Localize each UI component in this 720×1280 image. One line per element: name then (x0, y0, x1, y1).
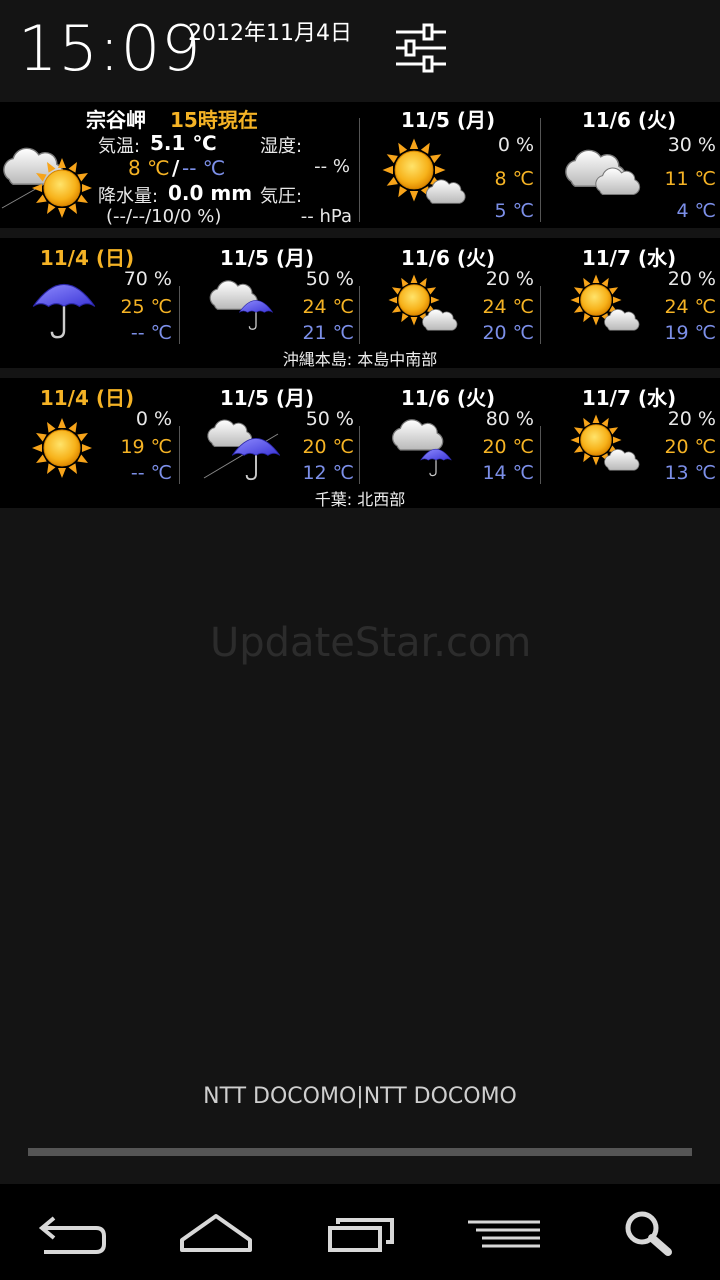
precip-label: 降水量: (98, 186, 159, 207)
forecast-low: -- ℃ (130, 322, 172, 344)
region-caption: 千葉: 北西部 (314, 490, 406, 509)
forecast-day-label: 11/6 (火) (400, 246, 496, 270)
humidity-value: -- % (314, 156, 350, 177)
forecast-day-label: 11/7 (水) (581, 386, 677, 410)
forecast-day-label: 11/6 (火) (581, 108, 677, 132)
background-brand-text: UpdateStar.com (210, 620, 532, 666)
column-divider (540, 286, 541, 344)
cloud-icon (556, 136, 656, 216)
forecast-high: 19 ℃ (120, 436, 172, 458)
precip-history: (--/--/10/0 %) (106, 206, 222, 227)
forecast-day-label: 11/6 (火) (400, 386, 496, 410)
precip-value: 0.0 mm (168, 181, 253, 205)
column-divider (359, 286, 360, 344)
search-icon (625, 1211, 672, 1256)
menu-button[interactable] (432, 1184, 576, 1280)
home-button[interactable] (144, 1184, 288, 1280)
forecast-low: 4 ℃ (676, 200, 716, 222)
column-divider (540, 118, 541, 222)
back-icon (38, 1216, 106, 1254)
home-icon (180, 1214, 252, 1252)
forecast-day-label: 11/5 (月) (219, 386, 315, 410)
forecast-high: 25 ℃ (120, 296, 172, 318)
forecast-low: 5 ℃ (494, 200, 534, 222)
search-button[interactable] (576, 1184, 720, 1280)
temp-slash: / (172, 156, 180, 180)
umbrella-icon (20, 268, 110, 348)
clock-time: 15:09 (18, 12, 202, 85)
okinawa-forecast-widget[interactable]: 11/4 (日) 70 % 25 ℃ -- ℃ 11/5 (月) 50 % 24… (0, 238, 720, 369)
home-page-indicator (28, 1148, 692, 1156)
forecast-high: 11 ℃ (664, 168, 716, 190)
region-caption: 沖縄本島: 本島中南部 (282, 350, 438, 369)
sun-cloud-icon (0, 136, 100, 226)
forecast-precip-chance: 0 % (135, 408, 172, 430)
pressure-value: -- hPa (300, 206, 352, 227)
forecast-precip-chance: 20 % (667, 268, 716, 290)
settings-sliders-icon[interactable] (394, 22, 448, 74)
cloud-umbrella-icon (198, 268, 298, 348)
forecast-precip-chance: 50 % (305, 268, 354, 290)
forecast-precip-chance: 70 % (123, 268, 172, 290)
back-button[interactable] (0, 1184, 144, 1280)
forecast-low: 20 ℃ (482, 322, 534, 344)
location-name: 宗谷岬 (86, 108, 146, 132)
today-high: 8 ℃ (128, 156, 170, 180)
sun-icon (22, 408, 112, 488)
forecast-precip-chance: 20 % (485, 268, 534, 290)
column-divider (179, 426, 180, 484)
column-divider (359, 426, 360, 484)
column-divider (540, 426, 541, 484)
forecast-high: 24 ℃ (664, 296, 716, 318)
forecast-low: 14 ℃ (482, 462, 534, 484)
menu-icon (468, 1220, 540, 1248)
sun-cloud-icon (376, 132, 476, 222)
forecast-precip-chance: 0 % (497, 134, 534, 156)
observation-time: 15時現在 (170, 108, 258, 132)
recent-apps-icon (328, 1218, 394, 1252)
column-divider (179, 286, 180, 344)
forecast-precip-chance: 50 % (305, 408, 354, 430)
pressure-label: 気圧: (260, 186, 303, 207)
forecast-high: 24 ℃ (302, 296, 354, 318)
forecast-low: 12 ℃ (302, 462, 354, 484)
forecast-precip-chance: 20 % (667, 408, 716, 430)
current-weather-widget[interactable]: 宗谷岬 15時現在 気温: 5.1 ℃ 8 ℃ / -- ℃ 湿度: -- % … (0, 102, 720, 228)
forecast-precip-chance: 80 % (485, 408, 534, 430)
carrier-label: NTT DOCOMO|NTT DOCOMO (203, 1084, 517, 1109)
forecast-precip-chance: 30 % (667, 134, 716, 156)
forecast-high: 20 ℃ (664, 436, 716, 458)
forecast-day-label: 11/5 (月) (400, 108, 496, 132)
chiba-forecast-widget[interactable]: 11/4 (日) 0 % 19 ℃ -- ℃ 11/5 (月) 50 % 20 … (0, 378, 720, 509)
column-divider (359, 118, 360, 222)
forecast-high: 20 ℃ (482, 436, 534, 458)
forecast-high: 20 ℃ (302, 436, 354, 458)
recent-apps-button[interactable] (288, 1184, 432, 1280)
forecast-low: -- ℃ (130, 462, 172, 484)
clock-date: 2012年11月4日 (188, 21, 352, 46)
today-low: -- ℃ (182, 156, 226, 180)
forecast-day-label: 11/5 (月) (219, 246, 315, 270)
forecast-low: 21 ℃ (302, 322, 354, 344)
forecast-high: 8 ℃ (494, 168, 534, 190)
forecast-day-label: 11/7 (水) (581, 246, 677, 270)
temp-label: 気温: (98, 136, 141, 157)
forecast-day-label: 11/4 (日) (39, 386, 135, 410)
forecast-high: 24 ℃ (482, 296, 534, 318)
forecast-day-label: 11/4 (日) (39, 246, 135, 270)
forecast-low: 19 ℃ (664, 322, 716, 344)
humidity-label: 湿度: (260, 136, 303, 157)
cloud-umbrella-icon (198, 408, 298, 488)
navigation-bar (0, 1184, 720, 1280)
forecast-low: 13 ℃ (664, 462, 716, 484)
temp-value: 5.1 ℃ (150, 131, 217, 155)
